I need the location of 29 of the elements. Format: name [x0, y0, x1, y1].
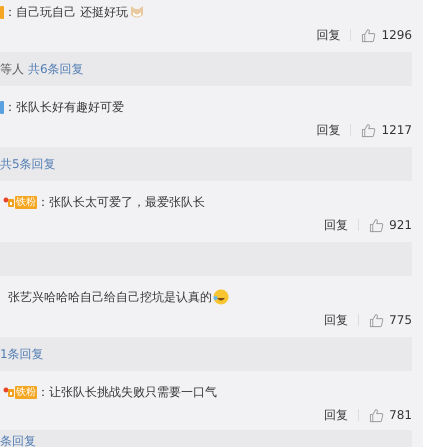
comment-text: ：张队长太可爱了，最爱张队长: [37, 194, 205, 210]
replies-link[interactable]: 条回复: [0, 433, 36, 447]
replies-link[interactable]: 共5条回复: [0, 156, 56, 172]
comment-text: ：自己玩自己 还挺好玩: [4, 4, 128, 20]
comment-text: ：让张队长挑战失败只需要一口气: [37, 384, 217, 400]
comment-text: 张艺兴哈哈哈自己给自己挖坑是认真的: [8, 288, 212, 306]
replier-names: 等人: [0, 60, 24, 78]
reply-link[interactable]: 回复: [324, 406, 348, 424]
replies-link[interactable]: 1条回复: [0, 346, 44, 362]
comment-text: ：张队长好有趣好可爱: [4, 98, 124, 116]
like-count: 781: [389, 408, 412, 422]
like-count: 775: [389, 313, 412, 327]
reply-link[interactable]: 回复: [324, 312, 348, 328]
laughing-emoji-icon: [213, 289, 229, 305]
fan-badge: 铁粉: [15, 386, 37, 398]
fan-badge: 铁粉: [15, 196, 37, 208]
thumbs-up-icon[interactable]: [361, 122, 376, 138]
thumbs-up-icon[interactable]: [369, 218, 384, 232]
like-count: 921: [389, 218, 412, 232]
reply-link[interactable]: 回复: [316, 122, 340, 138]
thumbs-up-icon[interactable]: [369, 408, 384, 422]
thumbs-up-icon[interactable]: [369, 312, 384, 328]
reply-link[interactable]: 回复: [324, 216, 348, 234]
cat-emoji-icon: [128, 4, 145, 20]
like-count: 1296: [381, 28, 412, 42]
like-count: 1217: [381, 123, 412, 137]
replies-link[interactable]: 共6条回复: [28, 60, 84, 78]
reply-link[interactable]: 回复: [316, 26, 340, 44]
thumbs-up-icon[interactable]: [361, 28, 376, 42]
